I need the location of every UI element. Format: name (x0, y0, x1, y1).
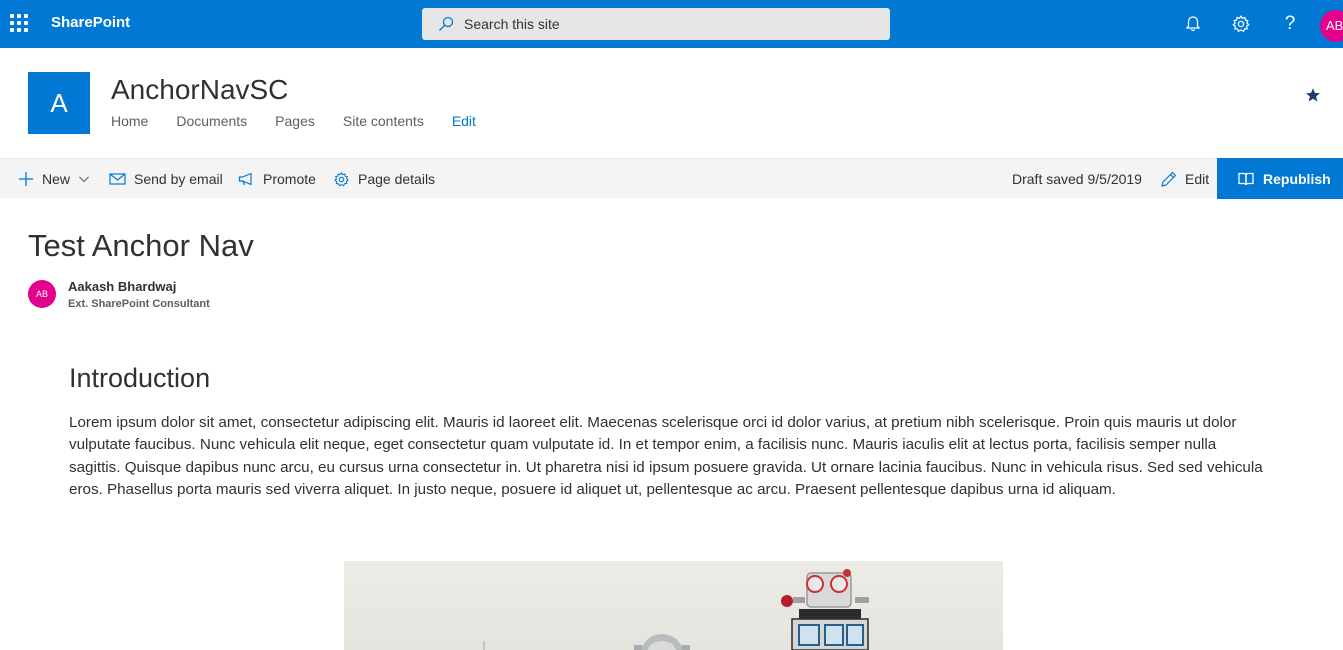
search-input[interactable] (464, 8, 864, 40)
author-avatar[interactable]: AB (28, 280, 56, 308)
search-icon (439, 16, 454, 31)
author-name[interactable]: Aakash Bhardwaj (68, 279, 176, 294)
author-role: Ext. SharePoint Consultant (68, 298, 210, 310)
waffle-icon[interactable] (10, 14, 28, 32)
nav-item-documents[interactable]: Documents (176, 113, 247, 129)
search-box[interactable] (422, 8, 890, 40)
gear-icon[interactable] (1231, 14, 1251, 34)
republish-button[interactable]: Republish (1217, 158, 1343, 199)
site-header: A AnchorNavSC Home Documents Pages Site … (0, 48, 1343, 158)
settings-icon (334, 171, 349, 186)
nav-item-pages[interactable]: Pages (275, 113, 315, 129)
mail-icon (109, 173, 126, 185)
new-button[interactable]: New (18, 159, 90, 199)
send-by-email-button[interactable]: Send by email (109, 159, 223, 199)
star-icon[interactable] (1305, 87, 1321, 103)
help-icon[interactable]: ? (1280, 14, 1300, 34)
nav-item-home[interactable]: Home (111, 113, 148, 129)
app-name[interactable]: SharePoint (51, 14, 130, 31)
draft-status: Draft saved 9/5/2019 (1012, 171, 1142, 187)
send-by-email-label: Send by email (134, 171, 223, 187)
robot-toys-illustration (483, 569, 869, 650)
pencil-icon (1161, 171, 1177, 187)
republish-label: Republish (1263, 170, 1331, 187)
site-navigation: Home Documents Pages Site contents Edit (111, 113, 504, 129)
bell-icon[interactable] (1183, 14, 1203, 34)
edit-button[interactable]: Edit (1160, 159, 1209, 199)
chevron-down-icon (79, 176, 89, 183)
section-body-text: Lorem ipsum dolor sit amet, consectetur … (69, 414, 1263, 499)
promote-button[interactable]: Promote (238, 159, 316, 199)
nav-edit-link[interactable]: Edit (452, 113, 476, 129)
book-icon (1238, 172, 1254, 185)
page-title: Test Anchor Nav (28, 228, 254, 263)
site-title[interactable]: AnchorNavSC (111, 74, 288, 106)
promote-label: Promote (263, 171, 316, 187)
command-bar: New Send by email Promote Page details D… (0, 158, 1343, 199)
new-button-label: New (42, 171, 71, 187)
robot-toys-image (344, 561, 1003, 650)
nav-item-site-contents[interactable]: Site contents (343, 113, 424, 129)
page-details-label: Page details (358, 171, 436, 187)
plus-icon (19, 172, 33, 186)
section-heading: Introduction (69, 363, 211, 393)
suite-bar: SharePoint ? AB (0, 0, 1343, 48)
page-details-button[interactable]: Page details (333, 159, 435, 199)
site-logo[interactable]: A (28, 72, 90, 134)
edit-button-label: Edit (1185, 171, 1210, 187)
user-avatar[interactable]: AB (1320, 10, 1343, 42)
megaphone-icon (238, 172, 252, 186)
